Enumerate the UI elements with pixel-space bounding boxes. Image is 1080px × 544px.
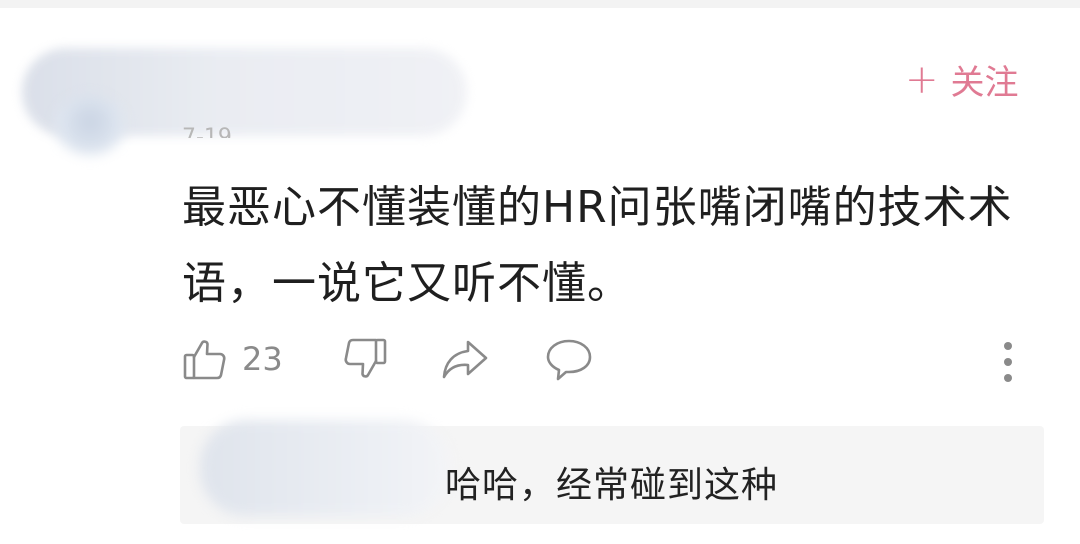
share-icon <box>440 336 490 382</box>
top-divider <box>0 0 1080 8</box>
like-button[interactable]: 23 <box>182 336 283 382</box>
dislike-button[interactable] <box>342 336 388 382</box>
comment-actions: 23 <box>182 336 1042 384</box>
follow-label: 关注 <box>950 63 1019 103</box>
like-count: 23 <box>242 340 283 378</box>
comment-time: 7-19 <box>182 125 232 138</box>
thumbs-up-icon <box>182 336 228 382</box>
avatar[interactable] <box>55 95 125 155</box>
plus-icon: + <box>905 56 939 103</box>
reply-preview-text: 哈哈，经常碰到这种 <box>445 465 779 506</box>
comment-icon <box>544 336 594 382</box>
comment-button[interactable] <box>544 336 594 382</box>
reply-author-redacted <box>200 420 450 516</box>
thumbs-down-icon <box>342 336 388 382</box>
comment-text: 最恶心不懂装懂的HR问张嘴闭嘴的技术术语，一说它又听不懂。 <box>182 182 1013 309</box>
more-vertical-icon <box>1002 340 1014 384</box>
share-button[interactable] <box>440 336 490 382</box>
follow-button[interactable]: + 关注 <box>905 55 1019 104</box>
more-options-button[interactable] <box>1002 340 1014 384</box>
